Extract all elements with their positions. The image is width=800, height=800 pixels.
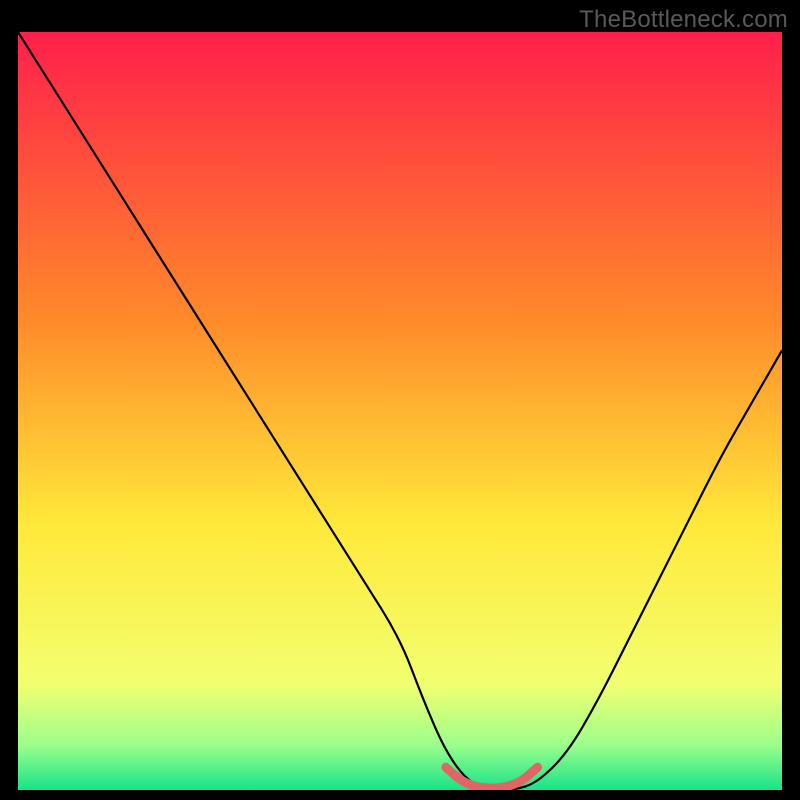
- watermark-text: TheBottleneck.com: [579, 6, 788, 34]
- chart-svg: [18, 32, 782, 790]
- chart-stage: TheBottleneck.com: [0, 0, 800, 800]
- plot-area: [18, 32, 782, 790]
- gradient-panel: [18, 32, 782, 790]
